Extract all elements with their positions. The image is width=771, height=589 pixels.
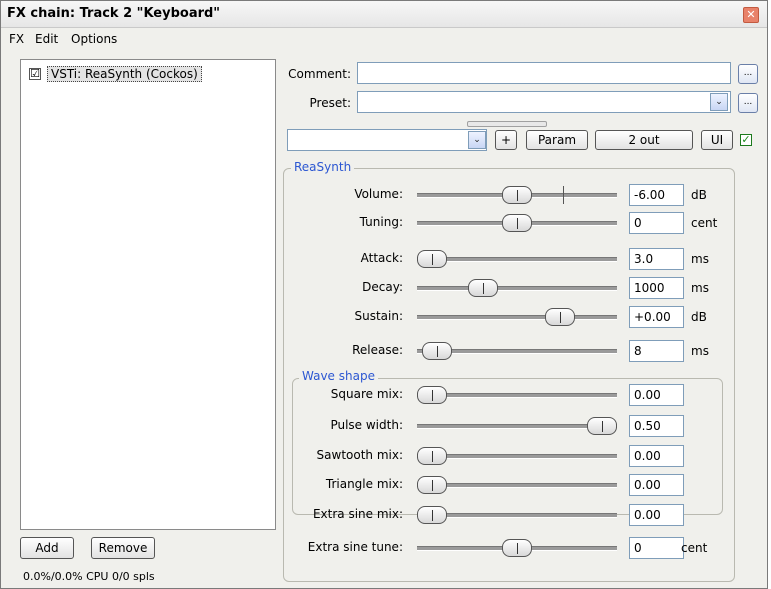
preset-select[interactable] — [357, 91, 731, 113]
fx-list[interactable]: ☑ VSTi: ReaSynth (Cockos) — [20, 59, 276, 530]
comment-input[interactable] — [357, 62, 731, 84]
comment-ellipsis-button[interactable]: ... — [738, 64, 758, 84]
slider-thumb[interactable] — [417, 250, 447, 268]
slider-track[interactable] — [417, 257, 617, 262]
param-button[interactable]: Param — [526, 130, 588, 150]
param-value-input[interactable]: 0.00 — [629, 384, 684, 406]
param-value-input[interactable]: -6.00 — [629, 184, 684, 206]
slider-track[interactable] — [417, 315, 617, 320]
param-unit: ms — [691, 344, 709, 358]
param-label: Tuning: — [359, 215, 403, 229]
param-value-input[interactable]: 0.00 — [629, 504, 684, 526]
param-label: Extra sine tune: — [307, 540, 403, 554]
preset-ellipsis-button[interactable]: ... — [738, 93, 758, 113]
splitter-handle[interactable] — [467, 121, 547, 127]
param-label: Attack: — [360, 251, 403, 265]
comment-label: Comment: — [288, 67, 351, 81]
slider-thumb[interactable] — [468, 279, 498, 297]
add-param-button[interactable]: + — [495, 130, 517, 150]
param-unit: dB — [691, 188, 707, 202]
ui-button[interactable]: UI — [701, 130, 733, 150]
param-value-input[interactable]: +0.00 — [629, 306, 684, 328]
param-unit: cent — [691, 216, 718, 230]
param-dropdown-icon[interactable]: ⌄ — [468, 131, 486, 149]
slider-thumb[interactable] — [502, 214, 532, 232]
param-label: Pulse width: — [330, 418, 403, 432]
param-label: Sawtooth mix: — [316, 448, 403, 462]
slider-thumb[interactable] — [417, 447, 447, 465]
slider-thumb[interactable] — [545, 308, 575, 326]
slider-track[interactable] — [417, 393, 617, 398]
add-button[interactable]: Add — [20, 537, 74, 559]
param-label: Square mix: — [330, 387, 403, 401]
reasynth-group-title: ReaSynth — [291, 160, 355, 174]
param-unit: dB — [691, 310, 707, 324]
param-label: Volume: — [354, 187, 403, 201]
param-value-input[interactable]: 8 — [629, 340, 684, 362]
menu-fx[interactable]: FX — [9, 32, 24, 46]
slider-thumb[interactable] — [587, 417, 617, 435]
param-unit: cent — [681, 541, 708, 555]
ui-toggle-checkbox[interactable]: ✓ — [740, 134, 752, 146]
param-value-input[interactable]: 0 — [629, 537, 684, 559]
window-title: FX chain: Track 2 "Keyboard" — [7, 6, 221, 21]
remove-button[interactable]: Remove — [91, 537, 155, 559]
slider-thumb[interactable] — [417, 476, 447, 494]
preset-dropdown-icon[interactable]: ⌄ — [710, 93, 728, 111]
slider-track[interactable] — [417, 483, 617, 488]
param-label: Sustain: — [354, 309, 403, 323]
param-value-input[interactable]: 0.00 — [629, 474, 684, 496]
param-value-input[interactable]: 0.50 — [629, 415, 684, 437]
param-label: Release: — [352, 343, 403, 357]
param-unit: ms — [691, 281, 709, 295]
param-label: Extra sine mix: — [312, 507, 403, 521]
slider-thumb[interactable] — [502, 539, 532, 557]
wave-shape-group-title: Wave shape — [299, 369, 378, 383]
fx-chain-window: FX chain: Track 2 "Keyboard" ✕ FX Edit O… — [0, 0, 768, 589]
slider-thumb[interactable] — [417, 386, 447, 404]
menu-bar: FX Edit Options — [1, 28, 767, 50]
fx-enable-checkbox[interactable]: ☑ — [29, 68, 41, 80]
slider-track[interactable] — [417, 454, 617, 459]
param-label: Triangle mix: — [325, 477, 403, 491]
title-bar[interactable]: FX chain: Track 2 "Keyboard" ✕ — [1, 1, 767, 28]
param-value-input[interactable]: 0.00 — [629, 445, 684, 467]
param-value-input[interactable]: 3.0 — [629, 248, 684, 270]
slider-track[interactable] — [417, 513, 617, 518]
param-value-input[interactable]: 1000 — [629, 277, 684, 299]
preset-label: Preset: — [309, 96, 351, 110]
slider-thumb[interactable] — [502, 186, 532, 204]
param-unit: ms — [691, 252, 709, 266]
cpu-status: 0.0%/0.0% CPU 0/0 spls — [23, 570, 155, 583]
slider-thumb[interactable] — [422, 342, 452, 360]
param-label: Decay: — [362, 280, 403, 294]
fx-item-label[interactable]: VSTi: ReaSynth (Cockos) — [47, 66, 202, 82]
menu-options[interactable]: Options — [71, 32, 117, 46]
close-button[interactable]: ✕ — [743, 7, 759, 23]
slider-track[interactable] — [417, 286, 617, 291]
out-button[interactable]: 2 out — [595, 130, 693, 150]
slider-thumb[interactable] — [417, 506, 447, 524]
param-select[interactable] — [287, 129, 487, 151]
param-value-input[interactable]: 0 — [629, 212, 684, 234]
default-tick-mark — [563, 186, 564, 204]
menu-edit[interactable]: Edit — [35, 32, 58, 46]
